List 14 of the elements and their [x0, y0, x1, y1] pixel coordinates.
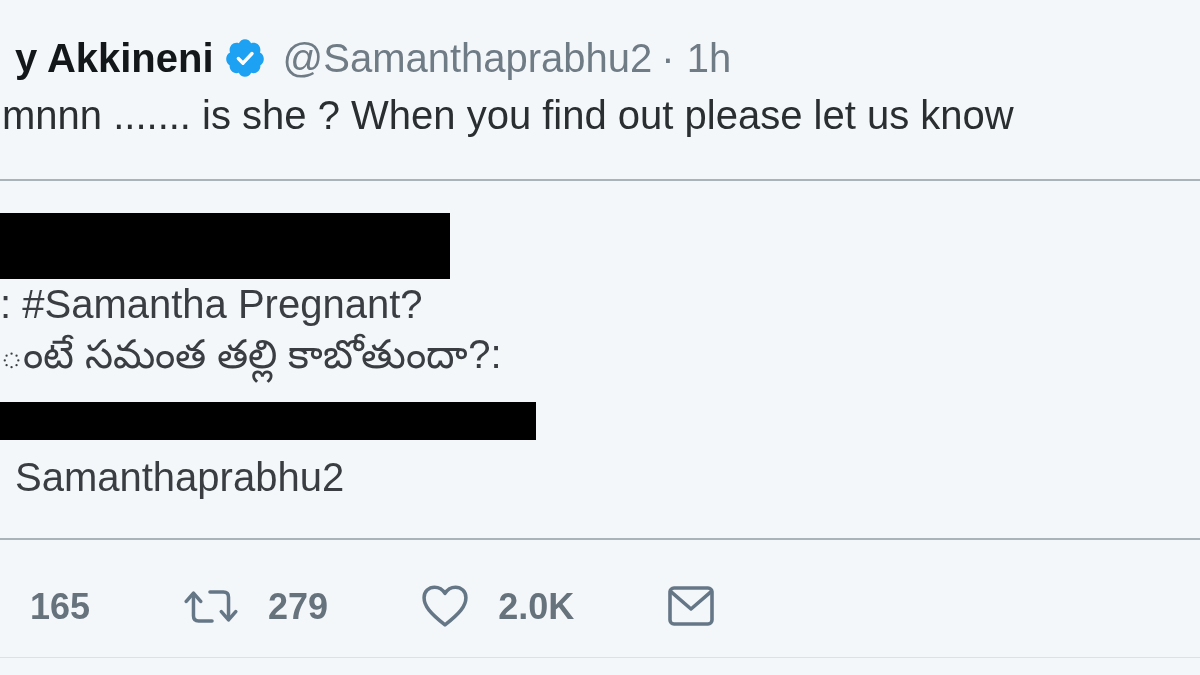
- tweet-text: mnnn ....... is she ? When you find out please let us know: [1, 92, 1015, 139]
- retweet-count: 279: [268, 585, 329, 627]
- quoted-tweet-text: Samanthaprabhu2: [14, 454, 345, 501]
- user-handle[interactable]: @Samanthaprabhu2: [282, 33, 653, 83]
- quoted-tweet-card[interactable]: : #Samantha Pregnant? ంటే సమంత తల్లి కాబోతుందా?: Samanthaprabhu2: [0, 179, 1200, 540]
- heart-icon[interactable]: [422, 585, 469, 627]
- separator: ·: [661, 35, 675, 82]
- envelope-icon[interactable]: [668, 586, 715, 626]
- display-name[interactable]: y Akkineni: [15, 33, 214, 83]
- retweet-icon[interactable]: [184, 589, 239, 623]
- timestamp[interactable]: 1h: [686, 33, 732, 83]
- quoted-tweet-text: : #Samantha Pregnant?: [0, 281, 423, 328]
- reply-count: 165: [30, 585, 91, 627]
- like-count: 2.0K: [498, 585, 575, 627]
